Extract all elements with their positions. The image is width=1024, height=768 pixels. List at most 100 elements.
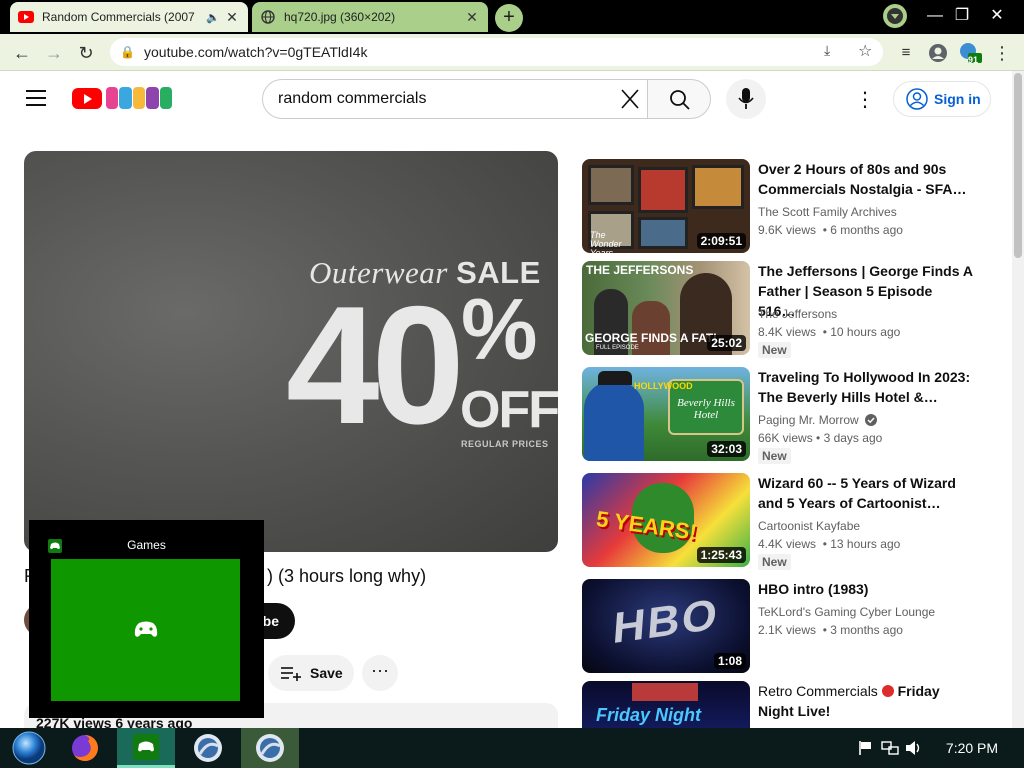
firefox-icon[interactable]: [56, 728, 114, 768]
recommended-video[interactable]: The Wonder Years 2:09:51 Over 2 Hours of…: [582, 159, 1002, 253]
video-duration: 2:09:51: [696, 233, 746, 249]
flag-icon[interactable]: [858, 740, 872, 761]
ad-percent-sign: %: [461, 282, 538, 378]
playlist-add-icon: [281, 667, 301, 681]
sign-in-label: Sign in: [934, 91, 981, 107]
video-thumbnail[interactable]: Friday Night: [582, 681, 750, 728]
video-duration: 1:25:43: [696, 547, 746, 563]
game-bar-overlay[interactable]: Games: [29, 520, 264, 718]
xbox-game-bar-taskbar-icon[interactable]: [117, 728, 175, 768]
thumbnail-caption: Friday Night: [596, 705, 702, 725]
voice-search-button[interactable]: [726, 79, 766, 119]
sign-in-button[interactable]: Sign in: [893, 81, 991, 117]
network-icon[interactable]: [881, 740, 899, 761]
recommended-video[interactable]: THE JEFFERSONS GEORGE FINDS A FATI FULL …: [582, 261, 1002, 358]
start-orb-icon[interactable]: [0, 728, 58, 768]
video-thumbnail[interactable]: HOLLYWOOD Beverly Hills Hotel 32:03: [582, 367, 750, 461]
thumbnail-caption: Beverly Hills Hotel: [677, 397, 735, 421]
taskbar-clock[interactable]: 7:20 PM: [930, 728, 1014, 768]
video-title[interactable]: Over 2 Hours of 80s and 90s Commercials …: [758, 159, 973, 199]
youtube-doodle-logo[interactable]: [106, 87, 173, 109]
browser-menu-icon[interactable]: ⋮: [988, 39, 1016, 67]
close-tab-icon[interactable]: ✕: [224, 9, 240, 26]
maximize-icon[interactable]: ❐: [947, 2, 977, 30]
close-tab-icon[interactable]: ✕: [464, 9, 480, 26]
red-circle-icon: [881, 685, 894, 697]
address-bar[interactable]: 🔒 youtube.com/watch?v=0gTEATldI4k ⤓ ☆: [110, 38, 883, 66]
video-thumbnail[interactable]: THE JEFFERSONS GEORGE FINDS A FATI FULL …: [582, 261, 750, 355]
recommended-video[interactable]: Friday Night Retro Commercials Friday Ni…: [582, 681, 1002, 728]
microphone-icon: [738, 88, 754, 109]
chrome-taskbar-icon[interactable]: [241, 728, 299, 768]
tab-random-commercials[interactable]: Random Commercials (2007 🔈 ✕: [10, 2, 248, 32]
search-button[interactable]: [647, 79, 711, 119]
video-title[interactable]: Traveling To Hollywood In 2023: The Beve…: [758, 367, 973, 407]
ad-off-text: OFF: [460, 381, 558, 439]
video-thumbnail[interactable]: HBO 1:08: [582, 579, 750, 673]
thumbnail-caption: HOLLYWOOD: [634, 381, 693, 391]
more-actions-button[interactable]: ···: [362, 655, 398, 691]
chrome-profile-taskbar-icon[interactable]: [179, 728, 237, 768]
volume-icon[interactable]: [905, 740, 923, 761]
reload-icon[interactable]: ↻: [72, 39, 100, 67]
video-meta: 66K views • 3 days ago: [758, 431, 883, 445]
video-title[interactable]: HBO intro (1983): [758, 579, 973, 599]
save-button[interactable]: Save: [268, 655, 354, 691]
youtube-header: ⋮ Sign in: [0, 71, 1012, 127]
settings-kebab-icon[interactable]: ⋮: [855, 87, 875, 112]
channel-name[interactable]: Paging Mr. Morrow: [758, 413, 878, 427]
forward-arrow-icon[interactable]: →: [40, 39, 68, 67]
profile-avatar-icon[interactable]: [924, 39, 952, 67]
extension-badge: 91: [968, 55, 979, 65]
video-thumbnail[interactable]: 5 YEARS! 1:25:43: [582, 473, 750, 567]
search-box[interactable]: [262, 79, 648, 119]
video-title[interactable]: Retro Commercials Friday Night Live!: [758, 681, 973, 721]
lock-icon: 🔒: [120, 45, 135, 59]
profile-dropdown-icon[interactable]: [880, 2, 910, 30]
channel-name[interactable]: The Jeffersons: [758, 307, 837, 321]
recommended-video[interactable]: HBO 1:08 HBO intro (1983) TeKLord's Gami…: [582, 579, 1002, 673]
tab-hq720[interactable]: hq720.jpg (360×202) ✕: [252, 2, 488, 32]
recommended-video[interactable]: 5 YEARS! 1:25:43 Wizard 60 -- 5 Years of…: [582, 473, 1002, 570]
thumbnail-caption: FULL EPISODE: [596, 345, 639, 351]
browser-toolbar: ← → ↻ 🔒 youtube.com/watch?v=0gTEATldI4k …: [0, 34, 1024, 71]
game-bar-title: Games: [127, 538, 166, 552]
thumbnail-caption: HBO: [611, 590, 721, 653]
games-tile[interactable]: [51, 559, 240, 701]
back-arrow-icon[interactable]: ←: [8, 39, 36, 67]
url-text: youtube.com/watch?v=0gTEATldI4k: [144, 44, 368, 60]
bookmark-star-icon[interactable]: ☆: [858, 41, 872, 61]
verified-badge-icon: [865, 414, 878, 426]
scrollbar-thumb[interactable]: [1014, 73, 1022, 258]
channel-name[interactable]: Cartoonist Kayfabe: [758, 519, 860, 533]
video-duration: 25:02: [707, 335, 746, 351]
tab-title: Random Commercials (2007: [42, 10, 195, 24]
hamburger-menu-icon[interactable]: [26, 90, 46, 106]
thumbnail-caption: GEORGE FINDS A FATI: [585, 331, 717, 345]
taskbar: 7:20 PM: [0, 728, 1024, 768]
page-scrollbar[interactable]: [1012, 71, 1024, 728]
video-title[interactable]: Wizard 60 -- 5 Years of Wizard and 5 Yea…: [758, 473, 973, 513]
install-app-icon[interactable]: ⤓: [824, 42, 830, 59]
thumbnail-caption: THE JEFFERSONS: [586, 263, 694, 277]
video-thumbnail[interactable]: The Wonder Years 2:09:51: [582, 159, 750, 253]
close-window-icon[interactable]: ✕: [982, 2, 1012, 30]
video-meta: 4.4K views • 13 hours ago: [758, 537, 901, 551]
youtube-logo-icon[interactable]: [72, 88, 102, 109]
globe-icon: [260, 9, 276, 25]
new-tab-button[interactable]: +: [495, 4, 523, 32]
clear-search-icon[interactable]: [619, 87, 641, 116]
save-label: Save: [310, 665, 343, 681]
speaker-icon[interactable]: 🔈: [206, 11, 224, 24]
channel-name[interactable]: The Scott Family Archives: [758, 205, 897, 219]
search-input[interactable]: [278, 90, 647, 108]
youtube-favicon-icon: [18, 9, 34, 25]
video-player[interactable]: Outerwear SALE 40 % OFF REGULAR PRICES: [24, 151, 558, 552]
minimize-icon[interactable]: —: [920, 2, 950, 30]
media-controls-icon[interactable]: ≡: [892, 39, 920, 67]
channel-name[interactable]: TeKLord's Gaming Cyber Lounge: [758, 605, 935, 619]
video-meta: 8.4K views • 10 hours ago: [758, 325, 901, 339]
extension-icon[interactable]: 91: [956, 39, 984, 67]
video-duration: 1:08: [713, 653, 746, 669]
recommended-video[interactable]: HOLLYWOOD Beverly Hills Hotel 32:03 Trav…: [582, 367, 1002, 464]
